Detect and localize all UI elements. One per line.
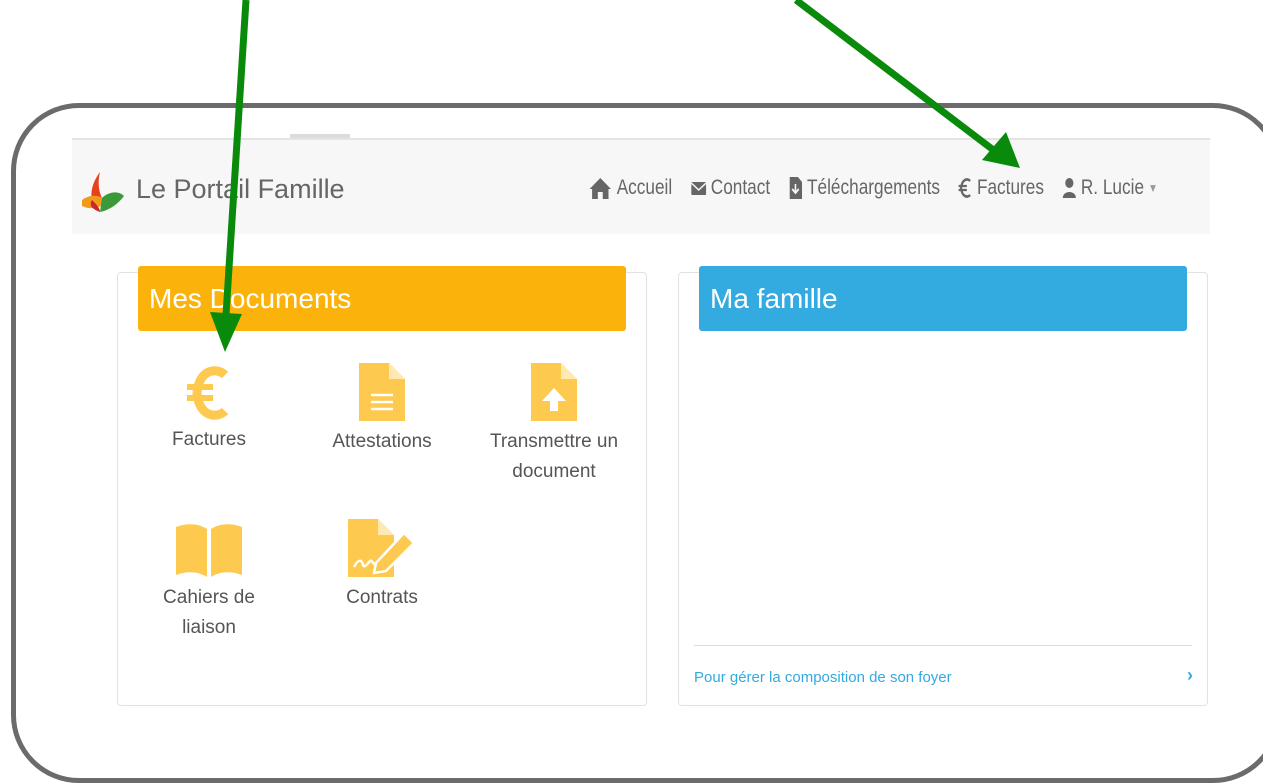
home-icon: [589, 178, 611, 199]
chevron-down-icon: ▼: [1148, 181, 1158, 195]
chevron-right-icon[interactable]: ›: [1187, 665, 1193, 686]
nav-item-telechargements[interactable]: Téléchargements: [788, 176, 940, 200]
nav-item-label: Téléchargements: [807, 176, 941, 199]
doc-tile-factures[interactable]: Factures: [124, 365, 294, 455]
euro-icon: [187, 366, 229, 420]
book-icon: [176, 524, 242, 577]
nav-item-accueil[interactable]: Accueil: [588, 176, 672, 200]
nav-item-label: Contact: [710, 176, 771, 199]
euro-icon: [958, 178, 972, 198]
doc-tile-label: Transmettre un document: [489, 431, 619, 482]
envelope-icon: [690, 182, 707, 195]
document-icon: [359, 363, 405, 421]
navbar-tab-marker: [290, 134, 350, 138]
nav-item-label: Accueil: [616, 176, 673, 199]
brand-title[interactable]: Le Portail Famille: [136, 174, 345, 205]
nav-links: Accueil Contact Téléchargements Factures…: [588, 176, 1176, 200]
doc-tile-cahiers-de-liaison[interactable]: Cahiers de liaison: [124, 521, 294, 643]
nav-item-label: Factures: [976, 176, 1044, 199]
doc-tile-contrats[interactable]: Contrats: [297, 517, 467, 613]
doc-tile-transmettre[interactable]: Transmettre un document: [469, 361, 639, 487]
upload-file-icon: [531, 363, 577, 421]
doc-tile-label: Attestations: [332, 431, 432, 452]
user-icon: [1062, 178, 1076, 198]
nav-item-label: R. Lucie: [1080, 176, 1145, 199]
family-panel-divider: [694, 645, 1192, 646]
signature-icon: [348, 519, 416, 577]
doc-tile-attestations[interactable]: Attestations: [297, 361, 467, 457]
documents-panel: Mes Documents Factures Attestations Tran…: [117, 266, 647, 706]
doc-tile-label: Cahiers de liaison: [163, 587, 255, 638]
nav-item-factures[interactable]: Factures: [958, 176, 1044, 200]
nav-item-user-menu[interactable]: R. Lucie ▼: [1062, 176, 1158, 200]
documents-panel-title: Mes Documents: [138, 266, 626, 331]
family-panel: Ma famille Pour gérer la composition de …: [678, 266, 1208, 706]
download-file-icon: [789, 177, 803, 199]
portal-logo-icon[interactable]: [80, 170, 126, 214]
doc-tile-label: Factures: [172, 429, 246, 450]
nav-item-contact[interactable]: Contact: [690, 176, 770, 200]
manage-household-link[interactable]: Pour gérer la composition de son foyer: [694, 669, 952, 686]
family-panel-title: Ma famille: [699, 266, 1187, 331]
doc-tile-label: Contrats: [346, 587, 418, 608]
